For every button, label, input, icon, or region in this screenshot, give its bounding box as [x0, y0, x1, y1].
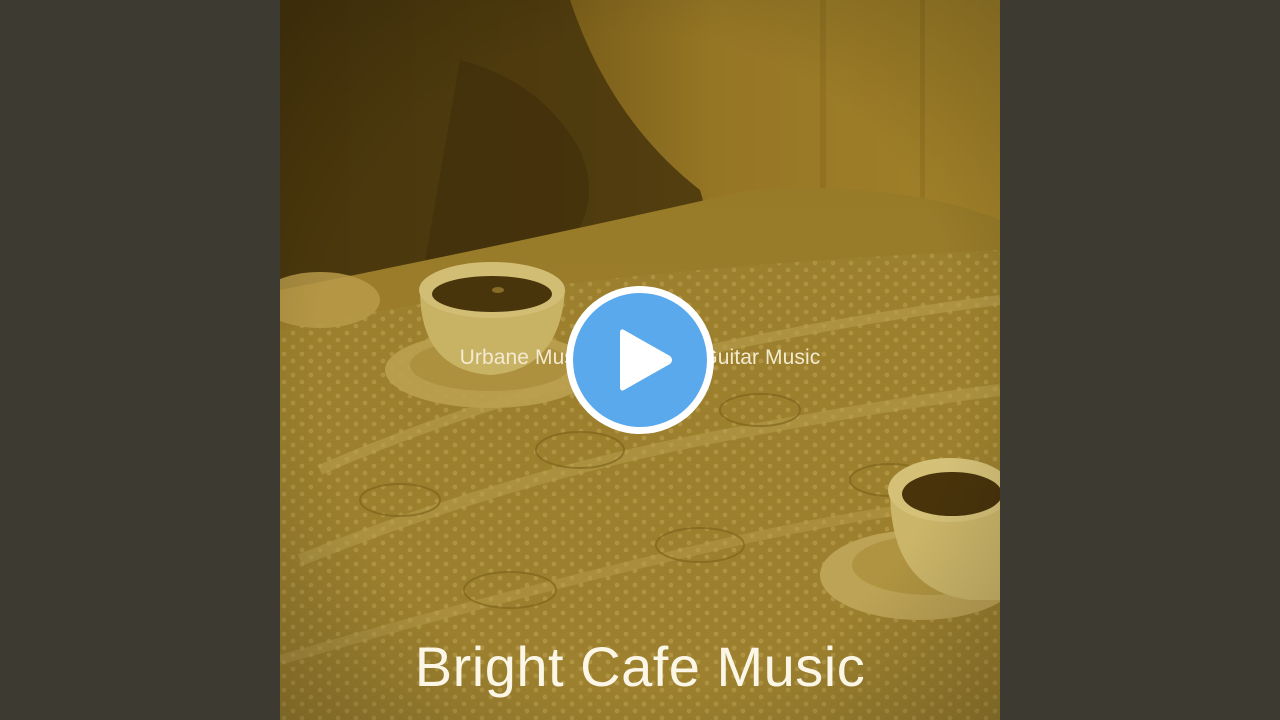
play-button[interactable]	[566, 286, 714, 434]
video-player[interactable]: Urbane Music for Cafes - Guitar Music Br…	[0, 0, 1280, 720]
play-icon[interactable]	[566, 286, 714, 434]
artist-name: Bright Cafe Music	[414, 635, 866, 698]
letterbox-right	[1000, 0, 1280, 720]
letterbox-left	[0, 0, 280, 720]
